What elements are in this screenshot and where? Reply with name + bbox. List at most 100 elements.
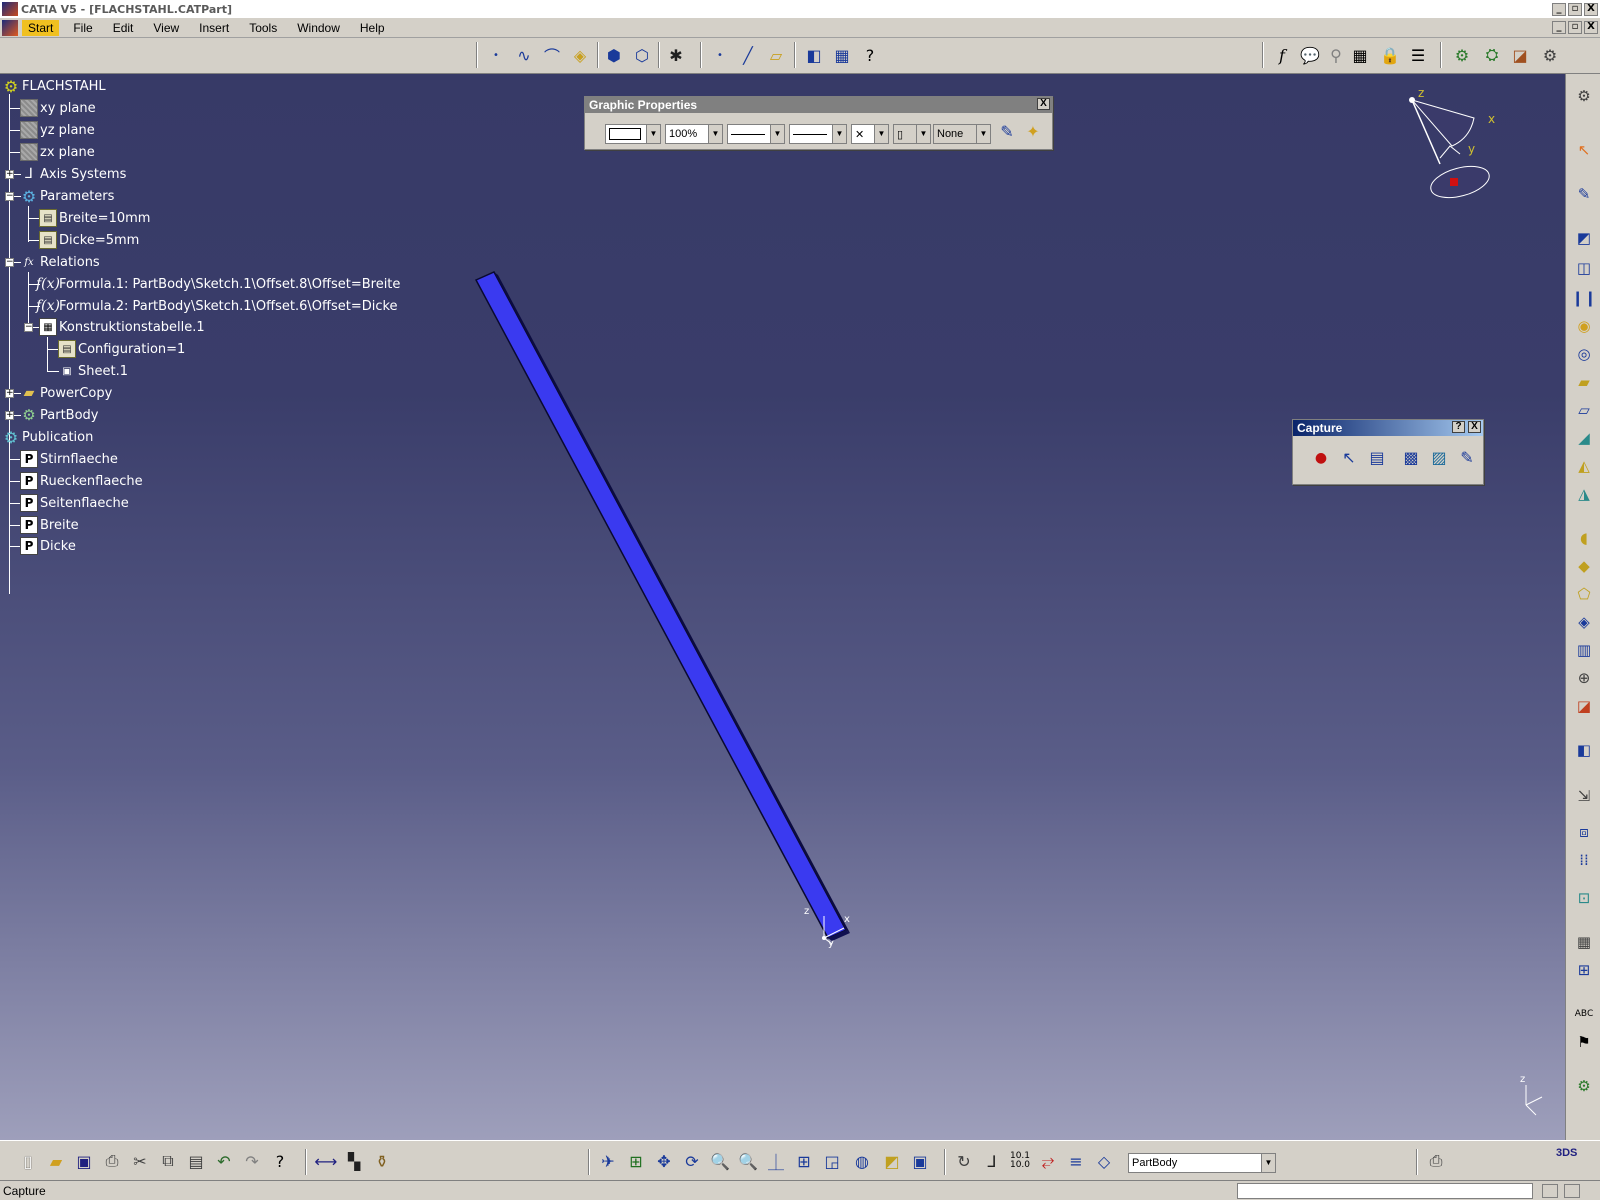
thread-icon[interactable]: ⊕	[1571, 666, 1597, 690]
hole-icon[interactable]: ◎	[1571, 342, 1597, 366]
open-folder-icon[interactable]: ▰	[44, 1149, 68, 1173]
remove-face-icon[interactable]: ◪	[1571, 694, 1597, 718]
slot-icon[interactable]: ▱	[1571, 398, 1597, 422]
command-button[interactable]	[1542, 1184, 1558, 1198]
help-icon[interactable]: ?	[268, 1149, 292, 1173]
lock-icon[interactable]: 🔒	[1378, 43, 1402, 67]
select-mode-icon[interactable]: ↖	[1337, 446, 1361, 470]
part-geometry[interactable]	[0, 74, 1565, 1140]
rendering-style-select[interactable]: ▯ ▼	[893, 124, 931, 144]
sweep-icon[interactable]: ⌒	[540, 43, 564, 67]
menu-start[interactable]: Start	[22, 19, 60, 36]
hide-show-icon[interactable]: ⬡	[630, 43, 654, 67]
assemble-icon[interactable]: ⊞	[1571, 958, 1597, 982]
scale-icon[interactable]: 10.1 10.0	[1008, 1149, 1032, 1173]
comment-icon[interactable]: 💬	[1298, 43, 1322, 67]
swap-visible-space-icon[interactable]: ▣	[908, 1149, 932, 1173]
draft-icon[interactable]: ⬠	[1571, 582, 1597, 606]
line-icon[interactable]: ╱	[736, 43, 760, 67]
boolean-icon[interactable]: ▦	[1571, 930, 1597, 954]
properties-icon[interactable]: ✦	[1021, 122, 1045, 146]
menu-insert[interactable]: Insert	[193, 20, 235, 36]
scaling-icon[interactable]: ⊡	[1571, 886, 1597, 910]
measure-inertia-icon[interactable]: ⚱	[370, 1149, 394, 1173]
plane-tool-icon[interactable]: ▱	[764, 43, 788, 67]
doc-minimize-button[interactable]: _	[1552, 21, 1566, 34]
whats-this-icon[interactable]: ?	[858, 43, 882, 67]
stiffener-icon[interactable]: ◢	[1571, 426, 1597, 450]
hide-show-toggle-icon[interactable]: ◩	[880, 1149, 904, 1173]
fit-all-in-icon[interactable]: ⊞	[624, 1149, 648, 1173]
update-icon[interactable]: ↻	[952, 1149, 976, 1173]
minimize-button[interactable]: _	[1552, 2, 1566, 16]
maximize-button[interactable]: ▫	[1568, 2, 1582, 16]
save-icon[interactable]: ▣	[72, 1149, 96, 1173]
groove-icon[interactable]: ◉	[1571, 314, 1597, 338]
capture-close-button[interactable]: X	[1468, 421, 1481, 433]
settings-gear-icon[interactable]: ⚙	[1450, 43, 1474, 67]
shaft-icon[interactable]: ❙❙	[1571, 286, 1597, 310]
document-icon[interactable]	[2, 19, 18, 36]
rotate-icon[interactable]: ⟳	[680, 1149, 704, 1173]
menu-view[interactable]: View	[147, 20, 185, 36]
surface-icon[interactable]: ◧	[802, 43, 826, 67]
pattern-icon[interactable]: ⁞⁞	[1571, 848, 1597, 872]
chamfer-icon[interactable]: ◆	[1571, 554, 1597, 578]
copy-icon[interactable]: ⧉	[156, 1149, 180, 1173]
isometric-view-icon[interactable]: ◲	[820, 1149, 844, 1173]
current-body-select[interactable]: PartBody ▼	[1128, 1153, 1276, 1173]
fill-color-select[interactable]: ▼	[605, 124, 661, 144]
loft-icon[interactable]: ◭	[1571, 454, 1597, 478]
shading-icon[interactable]: ◍	[850, 1149, 874, 1173]
capture-album-icon[interactable]: ▩	[1399, 446, 1423, 470]
pan-icon[interactable]: ✥	[652, 1149, 676, 1173]
multi-view-icon[interactable]: ⊞	[792, 1149, 816, 1173]
body-icon[interactable]: ◇	[1092, 1149, 1116, 1173]
apply-material-icon[interactable]: ⚙	[1571, 1074, 1597, 1098]
geometric-set-icon[interactable]: ⥂	[1036, 1149, 1060, 1173]
select-arrow-icon[interactable]: ↖	[1571, 138, 1597, 162]
catalog-browser-icon[interactable]: ⎙	[1424, 1149, 1448, 1173]
flag-note-icon[interactable]: ⚑	[1571, 1030, 1597, 1054]
translation-icon[interactable]: ⇲	[1571, 784, 1597, 808]
sketcher-icon[interactable]: ✎	[1571, 182, 1597, 206]
new-file-icon[interactable]: ▯	[16, 1149, 40, 1173]
options-icon[interactable]: ▤	[1365, 446, 1389, 470]
close-button[interactable]: X	[1584, 2, 1598, 16]
rib-icon[interactable]: ▰	[1571, 370, 1597, 394]
knowledge-icon[interactable]: ⚲	[1324, 43, 1348, 67]
pocket-icon[interactable]: ◫	[1571, 256, 1597, 280]
compass[interactable]	[1400, 86, 1500, 206]
flat-steel-bar[interactable]	[474, 271, 848, 939]
remove-loft-icon[interactable]: ◮	[1571, 482, 1597, 506]
painter-icon[interactable]: ✎	[995, 122, 1019, 146]
normal-view-icon[interactable]: ⏊	[764, 1149, 788, 1173]
box-icon[interactable]: ◪	[1508, 43, 1532, 67]
capture-titlebar[interactable]: Capture ? X	[1293, 420, 1483, 436]
annotation-text-icon[interactable]: ABC	[1571, 1002, 1597, 1026]
undo-icon[interactable]: ↶	[212, 1149, 236, 1173]
paste-icon[interactable]: ▤	[184, 1149, 208, 1173]
print-icon[interactable]: ⎙	[100, 1149, 124, 1173]
list-icon[interactable]: ≡	[1064, 1149, 1088, 1173]
table-icon[interactable]: ▦	[1348, 43, 1372, 67]
compass-handle[interactable]	[1450, 178, 1458, 186]
menu-window[interactable]: Window	[291, 20, 346, 36]
menu-edit[interactable]: Edit	[107, 20, 140, 36]
menu-tools[interactable]: Tools	[243, 20, 283, 36]
transparency-select[interactable]: 100% ▼	[665, 124, 723, 144]
3d-viewport[interactable]: + − − − + + ⚙ FLACHSTAHL xy plane yz pla…	[0, 74, 1565, 1140]
graphic-properties-titlebar[interactable]: Graphic Properties X	[585, 97, 1052, 113]
layer-select[interactable]: None ▼	[933, 124, 991, 144]
graphic-properties-close-button[interactable]: X	[1037, 98, 1050, 110]
menu-file[interactable]: File	[67, 20, 98, 36]
edit-capture-icon[interactable]: ✎	[1455, 446, 1479, 470]
line-type-select[interactable]: ▼	[789, 124, 847, 144]
doc-restore-button[interactable]: ▫	[1568, 21, 1582, 34]
menu-help[interactable]: Help	[354, 20, 391, 36]
point-symbol-select[interactable]: ✕ ▼	[851, 124, 889, 144]
command-input[interactable]	[1237, 1183, 1533, 1199]
zoom-in-icon[interactable]: 🔍	[708, 1149, 732, 1173]
options-gear-icon[interactable]: ⚙	[1538, 43, 1562, 67]
point-icon[interactable]: •	[484, 43, 508, 67]
